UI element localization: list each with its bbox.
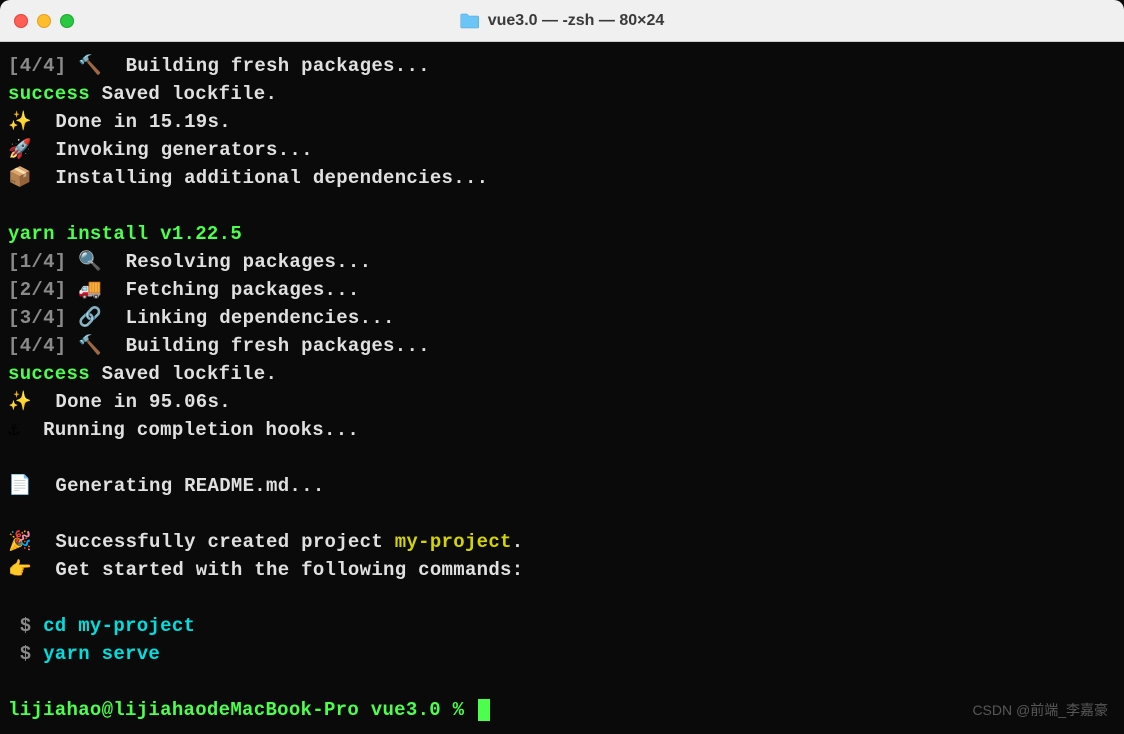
output-line bbox=[8, 584, 1116, 612]
output-line bbox=[8, 668, 1116, 696]
output-line: 🎉 Successfully created project my-projec… bbox=[8, 528, 1116, 556]
output-line: [1/4] 🔍 Resolving packages... bbox=[8, 248, 1116, 276]
output-line: yarn install v1.22.5 bbox=[8, 220, 1116, 248]
output-line: success Saved lockfile. bbox=[8, 80, 1116, 108]
window-title: vue3.0 — -zsh — 80×24 bbox=[460, 12, 665, 30]
terminal-window: vue3.0 — -zsh — 80×24 [4/4] 🔨 Building f… bbox=[0, 0, 1124, 734]
watermark: CSDN @前端_李嘉豪 bbox=[972, 700, 1108, 720]
output-line: $ cd my-project bbox=[8, 612, 1116, 640]
output-line: 📄 Generating README.md... bbox=[8, 472, 1116, 500]
terminal-body[interactable]: [4/4] 🔨 Building fresh packages... succe… bbox=[0, 42, 1124, 734]
output-line: success Saved lockfile. bbox=[8, 360, 1116, 388]
minimize-button[interactable] bbox=[37, 14, 51, 28]
output-line bbox=[8, 192, 1116, 220]
traffic-lights bbox=[14, 14, 74, 28]
maximize-button[interactable] bbox=[60, 14, 74, 28]
output-line bbox=[8, 444, 1116, 472]
title-text: vue3.0 — -zsh — 80×24 bbox=[488, 12, 665, 30]
output-line: ✨ Done in 95.06s. bbox=[8, 388, 1116, 416]
titlebar[interactable]: vue3.0 — -zsh — 80×24 bbox=[0, 0, 1124, 42]
cursor bbox=[478, 699, 490, 721]
output-line: 📦 Installing additional dependencies... bbox=[8, 164, 1116, 192]
output-line: [3/4] 🔗 Linking dependencies... bbox=[8, 304, 1116, 332]
output-line: ⚓ Running completion hooks... bbox=[8, 416, 1116, 444]
output-line: 👉 Get started with the following command… bbox=[8, 556, 1116, 584]
output-line: ✨ Done in 15.19s. bbox=[8, 108, 1116, 136]
output-line bbox=[8, 500, 1116, 528]
prompt-line: lijiahao@lijiahaodeMacBook-Pro vue3.0 % bbox=[8, 696, 1116, 724]
output-line: [2/4] 🚚 Fetching packages... bbox=[8, 276, 1116, 304]
output-line: $ yarn serve bbox=[8, 640, 1116, 668]
output-line: [4/4] 🔨 Building fresh packages... bbox=[8, 332, 1116, 360]
close-button[interactable] bbox=[14, 14, 28, 28]
folder-icon bbox=[460, 13, 480, 29]
output-line: 🚀 Invoking generators... bbox=[8, 136, 1116, 164]
output-line: [4/4] 🔨 Building fresh packages... bbox=[8, 52, 1116, 80]
